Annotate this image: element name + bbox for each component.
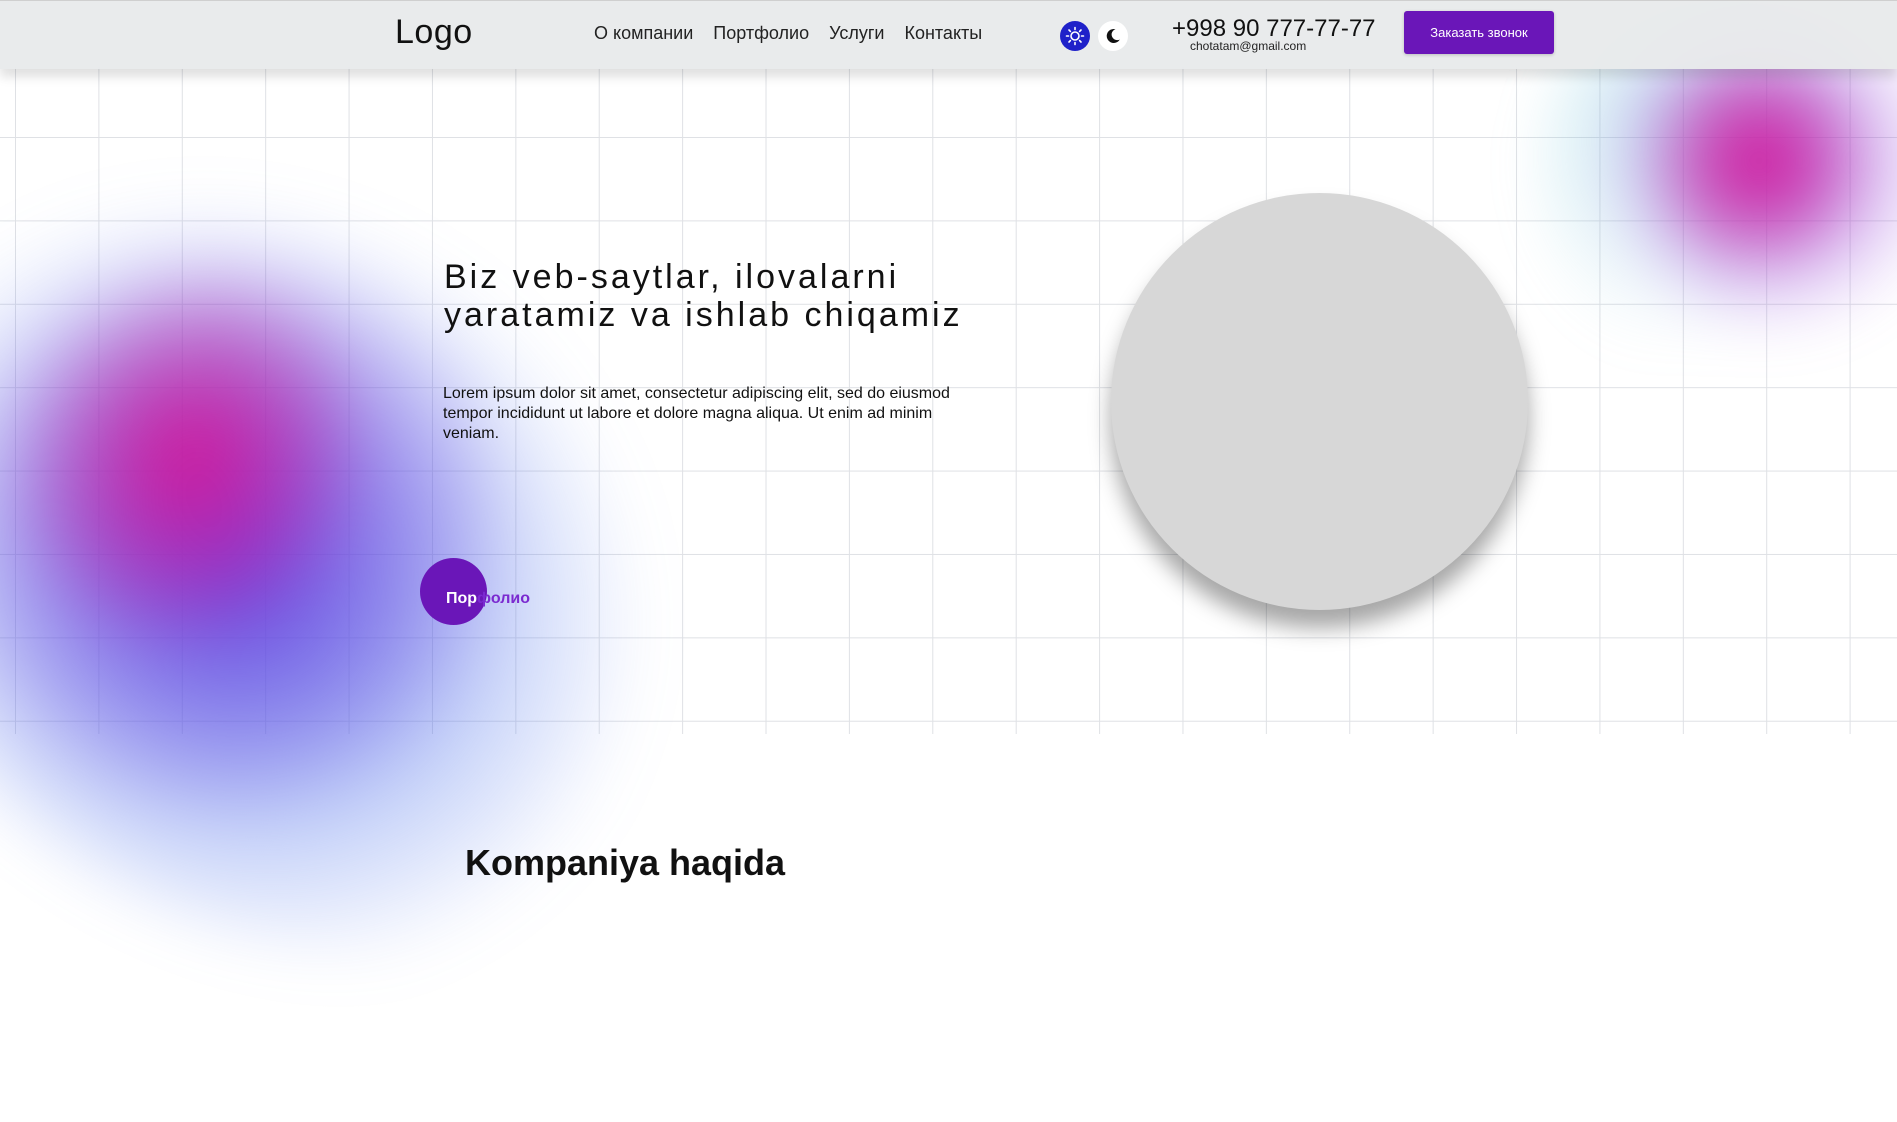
email-address[interactable]: chotatam@gmail.com [1190,39,1306,53]
nav-item-services[interactable]: Услуги [829,23,884,44]
portfolio-button-label: Порфолио [446,590,530,608]
light-theme-button[interactable] [1060,21,1090,51]
site-header: Logo О компании Портфолио Услуги Контакт… [0,0,1897,69]
nav-item-about[interactable]: О компании [594,23,693,44]
logo[interactable]: Logo [395,13,473,52]
dark-theme-button[interactable] [1098,21,1128,51]
order-call-button[interactable]: Заказать звонок [1404,11,1554,54]
nav-item-portfolio[interactable]: Портфолио [713,23,809,44]
hero-title: Biz veb-saytlar, ilovalarni yaratamiz va… [444,258,963,334]
hero-description: Lorem ipsum dolor sit amet, consectetur … [443,385,950,442]
theme-toggle [1060,21,1128,51]
hero-image-placeholder [1111,193,1528,610]
main-nav: О компании Портфолио Услуги Контакты [594,23,982,44]
about-section-title: Kompaniya haqida [465,842,786,883]
nav-item-contacts[interactable]: Контакты [904,23,982,44]
sun-icon [1065,26,1085,46]
portfolio-label-part1: Пор [446,590,478,607]
portfolio-label-part2: фолио [477,590,530,607]
moon-icon [1106,28,1120,43]
